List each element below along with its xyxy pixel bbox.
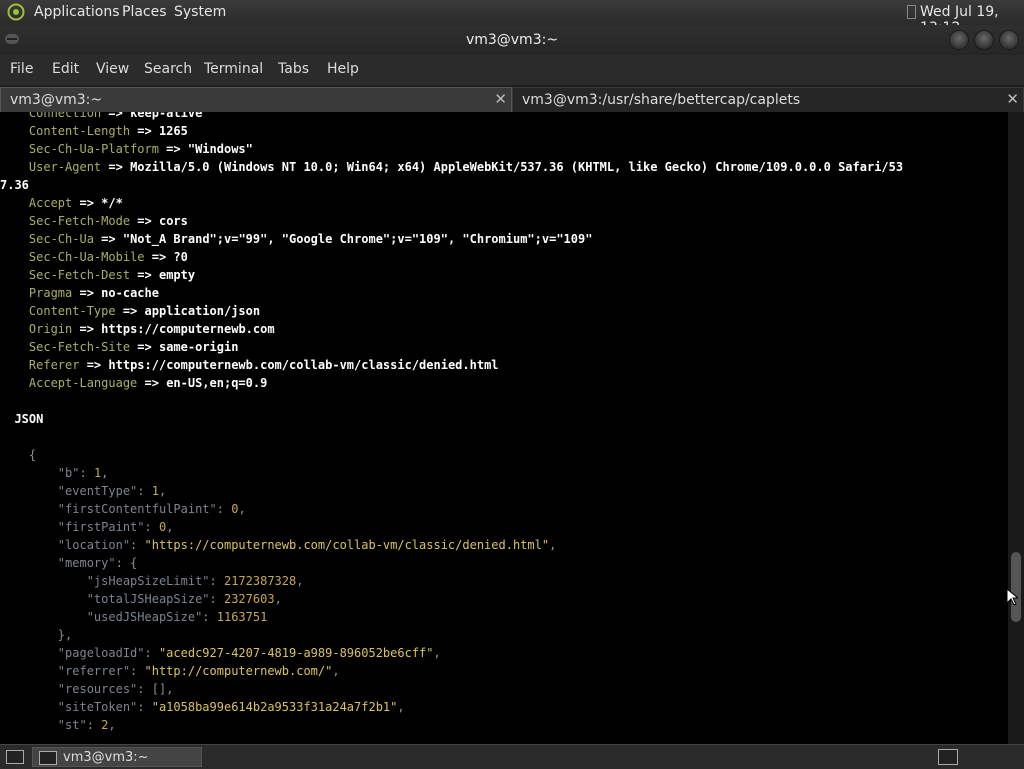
terminal-output[interactable]: Connection => keep-alive Content-Length … — [0, 112, 1008, 744]
json-line: "location": "https://computernewb.com/co… — [57, 538, 557, 552]
menu-view[interactable]: View — [96, 61, 129, 77]
header-line: Sec-Ch-Ua => "Not_A Brand";v="99", "Goog… — [28, 232, 593, 246]
bottom-panel: vm3@vm3:~ — [0, 744, 1024, 769]
menu-tabs[interactable]: Tabs — [278, 61, 309, 77]
json-line: "st": 2, — [57, 718, 116, 732]
header-line: User-Agent => Mozilla/5.0 (Windows NT 10… — [28, 160, 904, 174]
header-line: Content-Type => application/json — [28, 304, 261, 318]
scrollbar[interactable] — [1008, 112, 1024, 744]
menu-bar: File Edit View Search Terminal Tabs Help — [0, 55, 1024, 85]
json-heading: JSON — [14, 412, 44, 426]
json-line: { — [28, 448, 37, 462]
header-line: Accept-Language => en-US,en;q=0.9 — [28, 376, 268, 390]
show-desktop-icon[interactable] — [6, 750, 24, 764]
header-line: Content-Length => 1265 — [28, 124, 188, 138]
json-line: "usedJSHeapSize": 1163751 — [86, 610, 268, 624]
minimize-button[interactable] — [950, 31, 968, 49]
json-line: "memory": { — [57, 556, 138, 570]
header-line: Accept => */* — [28, 196, 123, 210]
system-menu[interactable]: System — [174, 4, 226, 20]
header-line: Origin => https://computernewb.com — [28, 322, 275, 336]
json-line: }, — [57, 628, 73, 642]
menu-file[interactable]: File — [10, 61, 33, 77]
json-line: "resources": [], — [57, 682, 174, 696]
top-panel: Applications Places System Wed Jul 19, 1… — [0, 0, 1024, 36]
places-menu[interactable]: Places — [122, 4, 167, 20]
json-line: "firstPaint": 0, — [57, 520, 174, 534]
json-line: "b": 1, — [57, 466, 109, 480]
taskbar-window-label: vm3@vm3:~ — [63, 750, 149, 765]
header-line: Connection => keep-alive — [28, 112, 203, 120]
terminal-icon — [39, 751, 57, 765]
menu-terminal[interactable]: Terminal — [204, 61, 263, 77]
tab-bar: vm3@vm3:~ ✕ vm3@vm3:/usr/share/bettercap… — [0, 85, 1024, 112]
json-line: "referrer": "http://computernewb.com/", — [57, 664, 340, 678]
workspace-switcher-icon[interactable] — [938, 749, 958, 765]
close-button[interactable] — [1000, 31, 1018, 49]
tab-label: vm3@vm3:~ — [10, 92, 103, 108]
tab-label: vm3@vm3:/usr/share/bettercap/caplets — [522, 92, 801, 108]
menu-edit[interactable]: Edit — [52, 61, 79, 77]
json-line: "jsHeapSizeLimit": 2172387328, — [86, 574, 304, 588]
tab-caplets[interactable]: vm3@vm3:/usr/share/bettercap/caplets ✕ — [512, 87, 1024, 112]
mouse-cursor-icon — [1006, 588, 1018, 606]
applications-menu[interactable]: Applications — [34, 4, 120, 20]
header-line: Sec-Fetch-Dest => empty — [28, 268, 196, 282]
header-line: Sec-Fetch-Site => same-origin — [28, 340, 239, 354]
header-line: Referer => https://computernewb.com/coll… — [28, 358, 499, 372]
menu-search[interactable]: Search — [144, 61, 192, 77]
json-line: "eventType": 1, — [57, 484, 167, 498]
clipboard-icon[interactable] — [907, 5, 916, 19]
maximize-button[interactable] — [975, 31, 993, 49]
json-line: "totalJSHeapSize": 2327603, — [86, 592, 282, 606]
close-tab-icon[interactable]: ✕ — [494, 90, 507, 108]
tab-home[interactable]: vm3@vm3:~ ✕ — [0, 87, 512, 112]
header-line: Sec-Ch-Ua-Platform => "Windows" — [28, 142, 253, 156]
window-titlebar[interactable]: vm3@vm3:~ — [0, 25, 1024, 55]
json-line: "firstContentfulPaint": 0, — [57, 502, 246, 516]
window-title: vm3@vm3:~ — [465, 32, 559, 48]
json-line: "pageloadId": "acedc927-4207-4819-a989-8… — [57, 646, 441, 660]
header-line: Pragma => no-cache — [28, 286, 159, 300]
close-tab-icon[interactable]: ✕ — [1006, 90, 1019, 108]
scrollbar-thumb[interactable] — [1011, 552, 1021, 622]
distro-logo-icon[interactable] — [6, 3, 26, 21]
json-line: "siteToken": "a1058ba99e614b2a9533f31a24… — [57, 700, 405, 714]
menu-help[interactable]: Help — [327, 61, 359, 77]
header-line: Sec-Fetch-Mode => cors — [28, 214, 188, 228]
header-line-wrap: 7.36 — [0, 178, 29, 192]
header-line: Sec-Ch-Ua-Mobile => ?0 — [28, 250, 188, 264]
taskbar-window-button[interactable]: vm3@vm3:~ — [32, 747, 202, 767]
